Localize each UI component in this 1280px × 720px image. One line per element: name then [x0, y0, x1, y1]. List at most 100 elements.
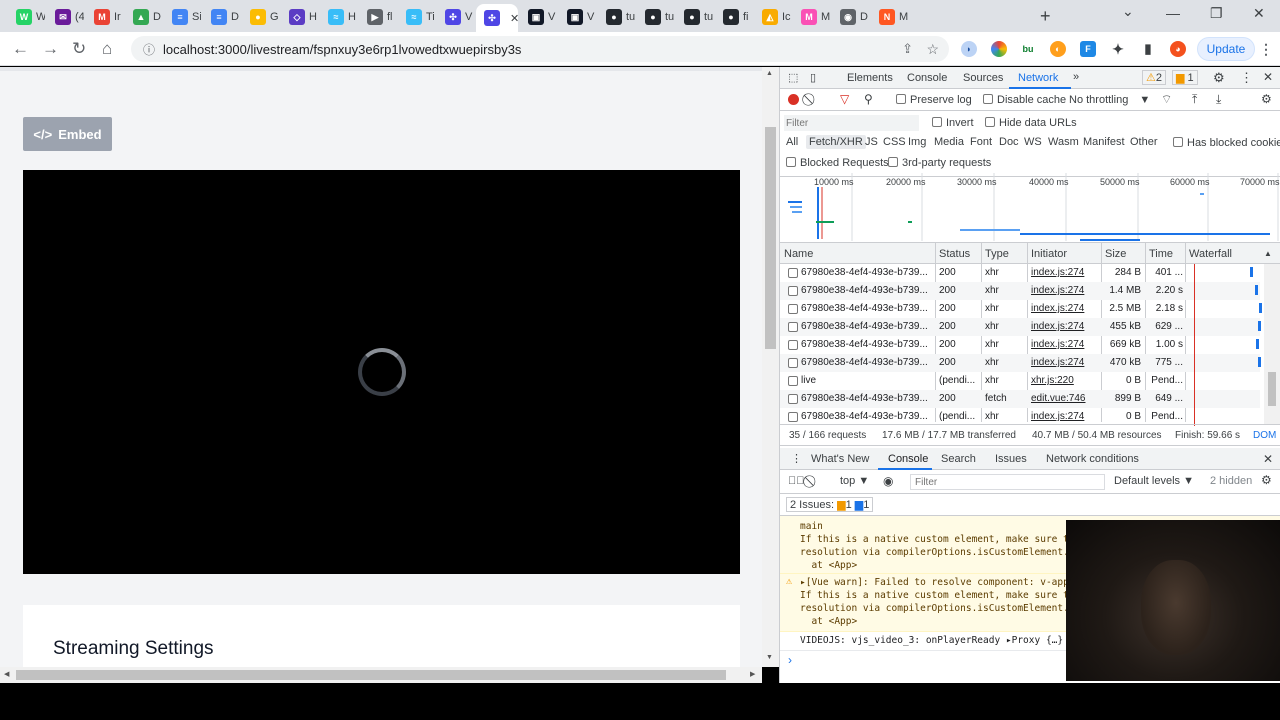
share-icon[interactable]: ⇪	[902, 41, 913, 57]
scrollbar-thumb[interactable]	[16, 670, 726, 680]
cell-initiator[interactable]: index.js:274	[1031, 411, 1101, 422]
network-filter-input[interactable]	[784, 115, 919, 131]
browser-tab[interactable]: ● G	[242, 4, 279, 30]
cell-initiator[interactable]: xhr.js:220	[1031, 375, 1101, 386]
cell-initiator[interactable]: index.js:274	[1031, 267, 1101, 278]
cell-initiator[interactable]: edit.vue:746	[1031, 393, 1101, 404]
close-window-icon[interactable]: ✕	[1253, 5, 1265, 22]
col-size[interactable]: Size	[1105, 248, 1126, 260]
type-filter-manifest[interactable]: Manifest	[1083, 136, 1125, 148]
new-tab-button[interactable]: +	[1040, 6, 1051, 27]
table-row[interactable]: 67980e38-4ef4-493e-b739... 200 xhr index.js…	[780, 282, 1260, 300]
sort-ascending-icon[interactable]: ▲	[1264, 249, 1272, 258]
hide-data-urls-checkbox[interactable]: Hide data URLs	[985, 117, 1077, 129]
record-icon[interactable]	[788, 94, 799, 105]
browser-tab[interactable]: ▲ D	[125, 4, 162, 30]
cell-initiator[interactable]: index.js:274	[1031, 339, 1101, 350]
browser-tab[interactable]: M Ir	[86, 4, 123, 30]
cell-initiator[interactable]: index.js:274	[1031, 321, 1101, 332]
type-filter-all[interactable]: All	[786, 136, 798, 148]
close-icon[interactable]: ✕	[1263, 70, 1273, 84]
page-vertical-scrollbar[interactable]: ▲ ▼	[762, 67, 779, 667]
settings-gear-icon[interactable]: ⚙	[1213, 70, 1225, 86]
video-player[interactable]	[23, 170, 740, 574]
filter-icon[interactable]: ▽	[840, 92, 849, 106]
more-tabs-icon[interactable]: »	[1073, 71, 1079, 83]
tab-sources[interactable]: Sources	[963, 72, 1003, 84]
browser-tab[interactable]: ▣ V	[520, 4, 557, 30]
close-tab-icon[interactable]: ✕	[510, 12, 518, 25]
browser-tab[interactable]: WW	[8, 4, 45, 30]
address-bar[interactable]: ⓘ localhost:3000/livestream/fspnxuy3e6rp…	[131, 36, 949, 62]
scroll-right-icon[interactable]: ▶	[750, 670, 755, 678]
table-row[interactable]: 67980e38-4ef4-493e-b739... 200 fetch edit.v…	[780, 390, 1260, 408]
browser-tab[interactable]: ▶ fl	[359, 4, 396, 30]
menu-kebab-icon[interactable]: ⋮	[1240, 70, 1253, 86]
type-filter-doc[interactable]: Doc	[999, 136, 1019, 148]
browser-tab[interactable]: ✣ ✕	[476, 4, 518, 32]
throttling-select[interactable]: No throttling ▼	[1069, 94, 1150, 106]
minimize-icon[interactable]: —	[1166, 5, 1180, 21]
has-blocked-cookies-checkbox[interactable]: Has blocked cookies	[1173, 137, 1280, 149]
close-drawer-icon[interactable]: ✕	[1263, 452, 1273, 466]
browser-tab[interactable]: ▣ V	[559, 4, 596, 30]
col-name[interactable]: Name	[784, 248, 813, 260]
browser-tab[interactable]: ● fi	[715, 4, 752, 30]
extensions-puzzle-icon[interactable]: ✦	[1110, 41, 1126, 57]
embed-button[interactable]: </> Embed	[23, 117, 112, 151]
scroll-left-icon[interactable]: ◀	[4, 670, 9, 678]
table-scrollbar[interactable]	[1264, 264, 1280, 424]
browser-tab[interactable]: ◭ Ic	[754, 4, 791, 30]
network-conditions-icon[interactable]: ⌔	[1161, 92, 1172, 107]
browser-tab[interactable]: ≈ Ti	[398, 4, 435, 30]
table-row[interactable]: live (pendi... xhr xhr.js:220 0 B Pend...	[780, 372, 1260, 390]
home-icon[interactable]: ⌂	[102, 39, 112, 59]
cell-initiator[interactable]: index.js:274	[1031, 303, 1101, 314]
col-type[interactable]: Type	[985, 248, 1009, 260]
browser-tab[interactable]: MM	[793, 4, 830, 30]
color-picker-icon[interactable]	[991, 41, 1007, 57]
drawer-tab-network-conditions[interactable]: Network conditions	[1046, 453, 1139, 465]
table-row[interactable]: 67980e38-4ef4-493e-b739... 200 xhr index.js…	[780, 354, 1261, 372]
device-toggle-icon[interactable]: ▯	[810, 71, 816, 84]
info-icon[interactable]: ⓘ	[143, 41, 155, 58]
console-settings-gear-icon[interactable]: ⚙	[1261, 473, 1272, 487]
invert-checkbox[interactable]: Invert	[932, 117, 974, 129]
type-filter-ws[interactable]: WS	[1024, 136, 1042, 148]
sidebar-toggle-icon[interactable]: ▶⃞	[788, 475, 805, 487]
type-filter-media[interactable]: Media	[934, 136, 964, 148]
extension-icon[interactable]: ◐	[1050, 41, 1066, 57]
console-filter-input[interactable]	[910, 474, 1105, 490]
extension-icon[interactable]: F	[1080, 41, 1096, 57]
context-select[interactable]: top ▼	[840, 475, 869, 487]
extension-icon[interactable]: ◗	[961, 41, 977, 57]
back-icon[interactable]: ←	[12, 39, 29, 59]
table-row[interactable]: 67980e38-4ef4-493e-b739... 200 xhr index.js…	[780, 264, 1260, 282]
side-panel-icon[interactable]: ▮	[1140, 41, 1156, 57]
issues-link[interactable]: 2 Issues: ▆1 ▆1	[786, 497, 874, 512]
browser-tab[interactable]: ≈ H	[320, 4, 357, 30]
type-filter-fetch-xhr[interactable]: Fetch/XHR	[806, 135, 866, 149]
update-button[interactable]: Update	[1197, 37, 1255, 61]
cell-initiator[interactable]: index.js:274	[1031, 285, 1101, 296]
network-settings-gear-icon[interactable]: ⚙	[1261, 92, 1272, 106]
browser-tab[interactable]: ◇ H	[281, 4, 318, 30]
drawer-tab-search[interactable]: Search	[941, 453, 976, 465]
drawer-tab-issues[interactable]: Issues	[995, 453, 1027, 465]
browser-tab[interactable]: ≡ Si	[164, 4, 201, 30]
browser-tab[interactable]: ● tu	[676, 4, 713, 30]
search-icon[interactable]: ⚲	[864, 92, 873, 106]
tab-search-icon[interactable]: ⌄	[1122, 3, 1134, 20]
console-log-line[interactable]: VIDEOJS: vjs_video_3: onPlayerReady ▸Pro…	[800, 635, 1063, 646]
network-overview-timeline[interactable]: 10000 ms 20000 ms 30000 ms 40000 ms 5000…	[780, 173, 1280, 241]
type-filter-wasm[interactable]: Wasm	[1048, 136, 1079, 148]
webcam-overlay-video[interactable]	[1066, 520, 1280, 681]
type-filter-js[interactable]: JS	[865, 136, 878, 148]
issues-badge[interactable]: ▆ 1	[1172, 70, 1198, 85]
menu-kebab-icon[interactable]: ⋮	[1258, 41, 1274, 57]
log-levels-select[interactable]: Default levels ▼	[1114, 475, 1194, 487]
avatar[interactable]: ◕	[1170, 41, 1186, 57]
reload-icon[interactable]: ↻	[72, 39, 86, 59]
blocked-requests-checkbox[interactable]: Blocked Requests	[786, 157, 889, 169]
col-status[interactable]: Status	[939, 248, 970, 260]
